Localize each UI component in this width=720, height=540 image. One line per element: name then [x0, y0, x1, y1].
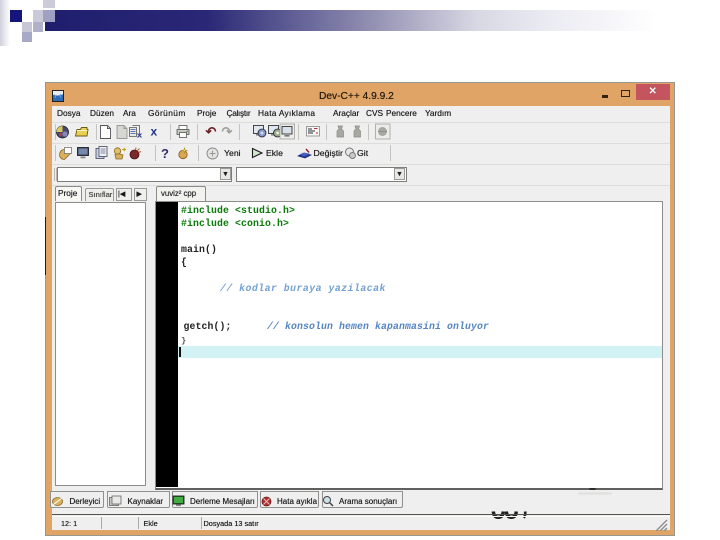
svg-text:x: x: [151, 125, 158, 139]
svg-text:?: ?: [161, 146, 169, 161]
svg-text:↷: ↷: [222, 124, 233, 139]
svg-text:↶: ↶: [205, 124, 217, 139]
